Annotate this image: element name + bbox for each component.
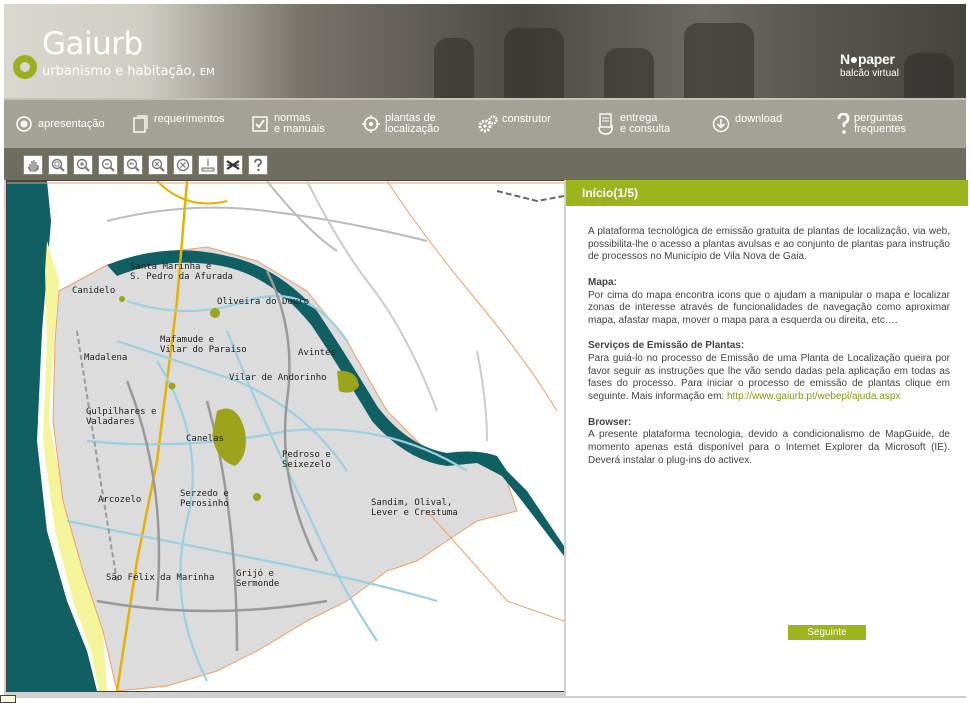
nav-label: requerimentos (154, 112, 225, 125)
panel-content: A plataforma tecnológica de emissão grat… (588, 226, 950, 480)
zoom-previous-icon[interactable] (123, 155, 143, 175)
main-navigation: apresentação requerimentos normas e manu… (4, 98, 966, 148)
crosshair-icon (361, 114, 381, 134)
download-icon (711, 114, 731, 134)
browser-text: A presente plataforma tecnologia, devido… (588, 429, 950, 466)
status-tooltip (0, 695, 16, 703)
map-label: Avintes (298, 348, 336, 358)
next-button[interactable]: Seguinte (788, 625, 866, 640)
map-label: Pedroso e Seixezelo (282, 450, 331, 470)
nav-item-perguntas[interactable]: perguntas frequentes (836, 100, 906, 148)
map-label: Canelas (186, 434, 224, 444)
brand-subtitle-text: urbanismo e habitação, (42, 64, 196, 79)
nopaper-logo[interactable]: N●paper (840, 51, 895, 67)
map-label: Grijó e Sermonde (236, 569, 280, 589)
map-label: Oliveira do Douro (217, 297, 310, 307)
panel-title: Início(1/5) (582, 186, 639, 200)
map-label: São Félix da Marinha (106, 573, 215, 583)
brand-suffix: EM (199, 67, 215, 78)
map-label: Madalena (84, 353, 128, 363)
banner-photo (4, 4, 966, 98)
map-canvas[interactable] (7, 181, 564, 691)
instructions-panel: Início(1/5) A plataforma tecnológica de … (564, 180, 968, 696)
hand-document-icon (596, 113, 616, 135)
nav-label: plantas de localização (385, 112, 440, 135)
select-icon[interactable] (223, 155, 243, 175)
nav-item-normas[interactable]: normas e manuais (250, 100, 325, 148)
zoom-in-icon[interactable] (73, 155, 93, 175)
map-label: Gulpilhares e Valadares (86, 407, 157, 427)
help-link[interactable]: http://www.gaiurb.pt/webepl/ajuda.aspx (727, 391, 900, 402)
nav-item-apresentacao[interactable]: apresentação (14, 100, 105, 148)
nav-label: normas e manuais (274, 112, 325, 135)
map-text: Por cima do mapa encontra icons que o aj… (588, 289, 950, 326)
nav-item-plantas[interactable]: plantas de localização (361, 100, 439, 148)
document-icon (130, 114, 150, 134)
nav-item-construtor[interactable]: construtor (478, 100, 551, 148)
map-label: Mafamude e Vilar do Paraíso (160, 335, 247, 355)
gaiurb-logo-icon[interactable] (13, 55, 37, 79)
application-frame: Gaiurb urbanismo e habitação, EM N●paper… (4, 4, 968, 698)
nav-label: perguntas frequentes (854, 112, 906, 135)
clear-icon[interactable] (173, 155, 193, 175)
help-icon[interactable] (248, 155, 268, 175)
panel-header: Início(1/5) (566, 180, 968, 206)
nav-label: download (735, 112, 783, 125)
brand-title[interactable]: Gaiurb (42, 26, 143, 62)
header-banner: Gaiurb urbanismo e habitação, EM N●paper… (4, 4, 966, 98)
radio-icon (14, 114, 34, 134)
services-section: Serviços de Emissão de Plantas: Para gui… (588, 340, 950, 404)
nav-label: apresentação (38, 117, 105, 130)
balcao-virtual-label: balcão virtual (840, 68, 899, 79)
map-section: Mapa: Por cima do mapa encontra icons qu… (588, 277, 950, 328)
services-heading: Serviços de Emissão de Plantas: (588, 340, 745, 352)
browser-section: Browser: A presente plataforma tecnologi… (588, 417, 950, 468)
nav-item-entrega[interactable]: entrega e consulta (596, 100, 670, 148)
zoom-out-icon[interactable] (98, 155, 118, 175)
map-label: Serzedo e Perosinho (180, 489, 229, 509)
map-label: Canidelo (72, 286, 116, 296)
pan-icon[interactable] (23, 155, 43, 175)
nav-label: entrega e consulta (620, 112, 671, 135)
browser-heading: Browser: (588, 416, 632, 428)
measure-icon[interactable] (198, 155, 218, 175)
map-toolbar (4, 148, 966, 180)
map-label: Sandim, Olival, Lever e Crestuma (371, 498, 458, 518)
nav-item-requerimentos[interactable]: requerimentos (130, 100, 224, 148)
zoom-rectangle-icon[interactable] (48, 155, 68, 175)
map-viewer[interactable]: Santa Marinha e S. Pedro da Afurada Cani… (6, 180, 565, 692)
checkbox-icon (250, 114, 270, 134)
brand-subtitle: urbanismo e habitação, EM (42, 64, 215, 79)
nav-item-download[interactable]: download (711, 100, 782, 148)
map-label: Vilar de Andorinho (229, 373, 327, 383)
intro-paragraph: A plataforma tecnológica de emissão grat… (588, 226, 950, 263)
map-label: Santa Marinha e S. Pedro da Afurada (130, 262, 233, 282)
zoom-full-icon[interactable] (148, 155, 168, 175)
map-heading: Mapa: (588, 276, 617, 288)
nav-label: construtor (502, 112, 551, 125)
question-icon (836, 113, 850, 134)
gears-icon (478, 114, 498, 134)
map-label: Arcozelo (98, 495, 142, 505)
